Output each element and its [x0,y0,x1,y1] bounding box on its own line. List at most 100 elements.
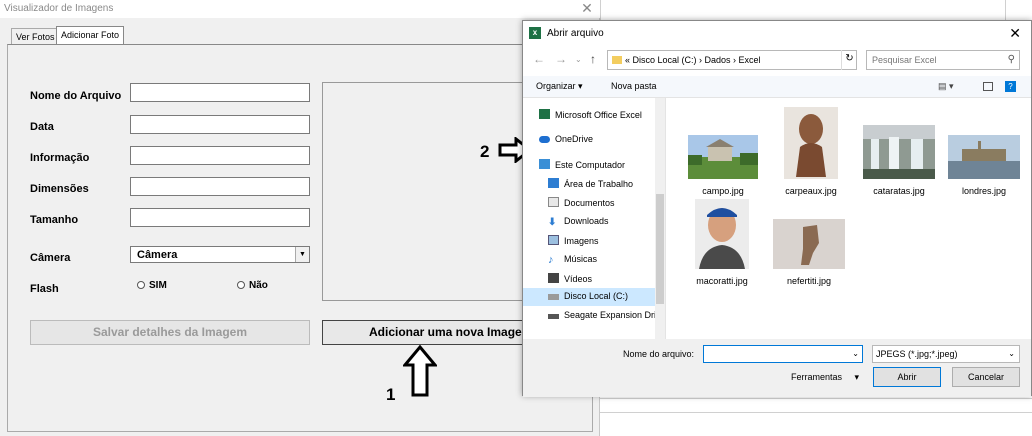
file-item[interactable]: nefertiti.jpg [769,219,849,286]
video-icon [548,273,559,283]
file-name: nefertiti.jpg [786,276,832,286]
file-thumbnail [688,135,758,179]
file-thumbnail [948,135,1020,179]
folder-icon [612,56,622,64]
file-item[interactable]: londres.jpg [944,135,1024,196]
label-data: Data [30,121,54,133]
nav-label: Documentos [564,198,615,208]
file-thumbnail [863,125,935,179]
annotation-1: 1 [386,385,396,404]
dialog-footer: Nome do arquivo: ⌄ JPEGS (*.jpg;*.jpeg) … [523,339,1031,397]
save-details-button[interactable]: Salvar detalhes da Imagem [30,320,310,345]
view-options-icon[interactable]: ▤ ▾ [938,81,954,92]
nav-label: OneDrive [555,134,594,144]
flash-radio-nao[interactable]: Não [237,280,268,291]
dialog-toolbar: Organizar ▾ Nova pasta ▤ ▾ ? [523,76,1031,98]
search-input[interactable]: Pesquisar Excel ⚲ [866,50,1020,70]
nav-item-onedrive[interactable]: OneDrive [523,131,655,149]
navigation-pane: Microsoft Office Excel OneDrive Este Com… [523,98,666,339]
informacao-input[interactable] [130,146,310,165]
arrow-up-icon [403,345,437,397]
label-tamanho: Tamanho [30,214,79,226]
data-input[interactable] [130,115,310,134]
filetype-select[interactable]: JPEGS (*.jpg;*.jpeg) ⌄ [872,345,1020,363]
file-thumbnail [773,219,845,269]
image-preview [322,82,542,301]
sheet-gridline [600,398,1032,399]
label-nome-arquivo: Nome do Arquivo [30,90,122,102]
radio-circle-icon [237,281,245,289]
nav-label: Vídeos [564,274,593,284]
filename-input[interactable]: ⌄ [703,345,863,363]
file-item[interactable]: campo.jpg [683,135,763,196]
nome-arquivo-input[interactable] [130,83,310,102]
nav-item-area-trabalho[interactable]: Área de Trabalho [523,175,655,193]
nav-scrollbar[interactable] [655,98,665,339]
file-item[interactable]: macoratti.jpg [682,199,762,286]
nav-item-este-computador[interactable]: Este Computador [523,156,655,174]
label-dimensoes: Dimensões [30,183,89,195]
nav-item-downloads[interactable]: ⬇ Downloads [523,213,655,231]
computer-icon [539,159,550,169]
chevron-down-icon[interactable]: ⌄ [852,349,859,358]
close-icon[interactable]: ✕ [578,0,596,18]
flash-radio-sim[interactable]: SIM [137,280,167,291]
tools-label: Ferramentas [791,372,843,382]
nav-item-videos[interactable]: Vídeos [523,270,655,288]
nav-label: Disco Local (C:) [564,291,629,301]
preview-pane-icon[interactable] [983,82,993,91]
address-bar[interactable]: « Disco Local (C:) › Dados › Excel [607,50,857,70]
filename-label: Nome do arquivo: [623,349,695,359]
breadcrumb: « Disco Local (C:) › Dados › Excel [625,55,761,65]
new-folder-button[interactable]: Nova pasta [611,81,657,91]
cancel-button[interactable]: Cancelar [952,367,1020,387]
nav-label: Microsoft Office Excel [555,110,642,120]
forward-arrow-icon[interactable]: → [555,52,567,66]
nav-item-disco-local[interactable]: Disco Local (C:) [523,288,655,306]
nav-item-documentos[interactable]: Documentos [523,194,655,212]
open-button[interactable]: Abrir [873,367,941,387]
file-item[interactable]: carpeaux.jpg [771,107,851,196]
tools-button[interactable]: Ferramentas ▾ [791,372,859,383]
search-icon: ⚲ [1007,54,1015,65]
nav-item-musicas[interactable]: ♪ Músicas [523,251,655,269]
chevron-down-icon[interactable]: ▼ [295,247,309,262]
add-image-button[interactable]: Adicionar uma nova Imagem [322,320,544,345]
chevron-down-icon[interactable]: ⌄ [1008,349,1015,358]
document-icon [548,197,559,207]
scrollbar-thumb[interactable] [656,194,664,304]
userform-titlebar: Visualizador de Imagens ✕ [0,0,600,18]
close-icon[interactable]: ✕ [1009,25,1021,42]
refresh-icon[interactable]: ↻ [841,50,857,70]
sheet-gridline [600,412,1032,413]
file-thumbnail [695,199,749,269]
label-camera: Câmera [30,252,71,264]
cloud-icon [539,136,550,143]
organize-button[interactable]: Organizar ▾ [536,81,583,92]
help-icon[interactable]: ? [1005,81,1016,92]
nav-label: Músicas [564,254,598,264]
nav-label: Este Computador [555,160,626,170]
nav-label: Seagate Expansion Drive [564,310,655,320]
back-arrow-icon[interactable]: ← [533,52,545,66]
nav-label: Downloads [564,216,609,226]
dimensoes-input[interactable] [130,177,310,196]
nav-label: Área de Trabalho [564,179,634,189]
nav-item-seagate[interactable]: Seagate Expansion Drive [523,307,655,325]
dialog-title: Abrir arquivo [547,28,604,39]
excel-icon [539,109,550,119]
file-name: macoratti.jpg [696,276,748,286]
nav-item-imagens[interactable]: Imagens [523,232,655,250]
userform-window: Visualizador de Imagens ✕ Ver Fotos Adic… [0,0,600,436]
file-name: carpeaux.jpg [785,186,837,196]
tab-adicionar-foto[interactable]: Adicionar Foto [56,26,125,45]
camera-select[interactable]: Câmera ▼ [130,246,310,263]
dialog-titlebar: x Abrir arquivo ✕ [523,21,1031,47]
chevron-down-icon[interactable]: ⌄ [575,55,582,64]
tamanho-input[interactable] [130,208,310,227]
tab-ver-fotos[interactable]: Ver Fotos [11,28,60,45]
music-icon: ♪ [548,254,554,266]
nav-item-excel[interactable]: Microsoft Office Excel [523,106,655,124]
file-item[interactable]: cataratas.jpg [859,125,939,196]
up-arrow-icon[interactable]: ↑ [590,52,596,66]
